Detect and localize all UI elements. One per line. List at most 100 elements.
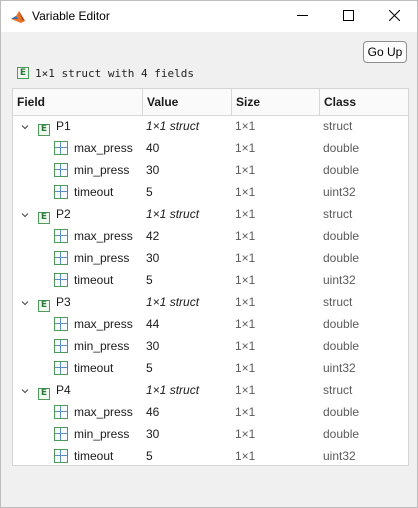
field-size: 1×1 <box>235 427 256 441</box>
field-size: 1×1 <box>235 449 256 463</box>
field-row[interactable]: min_press 30 1×1 double <box>13 423 408 445</box>
close-button[interactable] <box>371 1 417 32</box>
field-row[interactable]: max_press 40 1×1 double <box>13 137 408 159</box>
field-row[interactable]: timeout 5 1×1 uint32 <box>13 181 408 203</box>
field-size: 1×1 <box>235 383 256 397</box>
matrix-icon <box>54 229 68 246</box>
maximize-button[interactable] <box>325 1 371 32</box>
struct-row[interactable]: E P2 1×1 struct 1×1 struct <box>13 203 408 225</box>
matrix-icon <box>54 251 68 268</box>
field-class: uint32 <box>323 361 356 375</box>
table-header: Field Value Size Class <box>13 89 408 116</box>
field-class: uint32 <box>323 185 356 199</box>
maximize-icon <box>342 9 354 24</box>
field-class: double <box>323 163 360 177</box>
matrix-icon <box>54 449 68 465</box>
field-size: 1×1 <box>235 141 256 155</box>
matrix-icon <box>54 405 68 422</box>
struct-row[interactable]: E P1 1×1 struct 1×1 struct <box>13 115 408 137</box>
matlab-logo-icon <box>10 9 26 25</box>
go-up-button[interactable]: Go Up <box>363 41 407 63</box>
field-class: double <box>323 229 360 243</box>
matrix-icon <box>54 141 68 158</box>
field-row[interactable]: max_press 46 1×1 double <box>13 401 408 423</box>
chevron-down-icon[interactable] <box>20 121 30 131</box>
variable-table[interactable]: Field Value Size Class E P1 1×1 struct 1×1 s… <box>12 88 409 466</box>
field-name: min_press <box>74 339 130 353</box>
field-row[interactable]: min_press 30 1×1 double <box>13 247 408 269</box>
close-icon <box>388 9 400 24</box>
struct-summary: E 1×1 struct with 4 fields <box>17 65 194 81</box>
field-size: 1×1 <box>235 119 256 133</box>
chevron-down-icon[interactable] <box>20 209 30 219</box>
chevron-down-icon[interactable] <box>20 385 30 395</box>
field-class: double <box>323 141 360 155</box>
field-name: P2 <box>56 207 71 221</box>
field-size: 1×1 <box>235 273 256 287</box>
matrix-icon <box>54 273 68 290</box>
field-name: timeout <box>74 449 114 463</box>
field-row[interactable]: min_press 30 1×1 double <box>13 335 408 357</box>
struct-icon: E <box>17 67 29 79</box>
minimize-button[interactable] <box>279 1 325 32</box>
field-name: min_press <box>74 251 130 265</box>
column-header-size[interactable]: Size <box>232 89 320 115</box>
struct-icon: E <box>38 296 50 312</box>
field-class: uint32 <box>323 449 356 463</box>
field-row[interactable]: timeout 5 1×1 uint32 <box>13 445 408 465</box>
column-header-value[interactable]: Value <box>143 89 232 115</box>
field-value: 40 <box>146 141 160 155</box>
field-row[interactable]: min_press 30 1×1 double <box>13 159 408 181</box>
field-value: 46 <box>146 405 160 419</box>
field-value: 1×1 struct <box>146 383 200 397</box>
field-name: min_press <box>74 163 130 177</box>
field-name: max_press <box>74 317 133 331</box>
field-size: 1×1 <box>235 405 256 419</box>
field-name: max_press <box>74 405 133 419</box>
struct-icon: E <box>38 208 50 224</box>
struct-row[interactable]: E P3 1×1 struct 1×1 struct <box>13 291 408 313</box>
column-header-class[interactable]: Class <box>320 89 408 115</box>
field-name: P1 <box>56 119 71 133</box>
field-class: double <box>323 251 360 265</box>
field-size: 1×1 <box>235 251 256 265</box>
field-value: 5 <box>146 185 153 199</box>
field-size: 1×1 <box>235 295 256 309</box>
field-class: struct <box>323 295 353 309</box>
field-value: 1×1 struct <box>146 207 200 221</box>
variable-editor-window: Variable Editor Go Up E 1×1 struct with … <box>0 0 418 508</box>
field-class: uint32 <box>323 273 356 287</box>
field-value: 5 <box>146 361 153 375</box>
field-size: 1×1 <box>235 339 256 353</box>
column-header-field[interactable]: Field <box>13 89 143 115</box>
field-size: 1×1 <box>235 361 256 375</box>
field-size: 1×1 <box>235 185 256 199</box>
chevron-down-icon[interactable] <box>20 297 30 307</box>
field-name: max_press <box>74 141 133 155</box>
matrix-icon <box>54 185 68 202</box>
field-name: timeout <box>74 185 114 199</box>
summary-text: 1×1 struct with 4 fields <box>35 66 194 80</box>
field-value: 30 <box>146 251 160 265</box>
title-bar[interactable]: Variable Editor <box>1 1 417 32</box>
field-class: struct <box>323 207 353 221</box>
field-row[interactable]: timeout 5 1×1 uint32 <box>13 357 408 379</box>
struct-row[interactable]: E P4 1×1 struct 1×1 struct <box>13 379 408 401</box>
matrix-icon <box>54 427 68 444</box>
field-row[interactable]: max_press 44 1×1 double <box>13 313 408 335</box>
field-name: P4 <box>56 383 71 397</box>
field-class: struct <box>323 119 353 133</box>
matrix-icon <box>54 317 68 334</box>
field-value: 5 <box>146 273 153 287</box>
field-class: double <box>323 317 360 331</box>
field-row[interactable]: max_press 42 1×1 double <box>13 225 408 247</box>
field-name: max_press <box>74 229 133 243</box>
field-row[interactable]: timeout 5 1×1 uint32 <box>13 269 408 291</box>
field-value: 1×1 struct <box>146 119 200 133</box>
field-value: 5 <box>146 449 153 463</box>
matrix-icon <box>54 361 68 378</box>
field-size: 1×1 <box>235 163 256 177</box>
field-class: struct <box>323 383 353 397</box>
field-size: 1×1 <box>235 229 256 243</box>
matrix-icon <box>54 339 68 356</box>
